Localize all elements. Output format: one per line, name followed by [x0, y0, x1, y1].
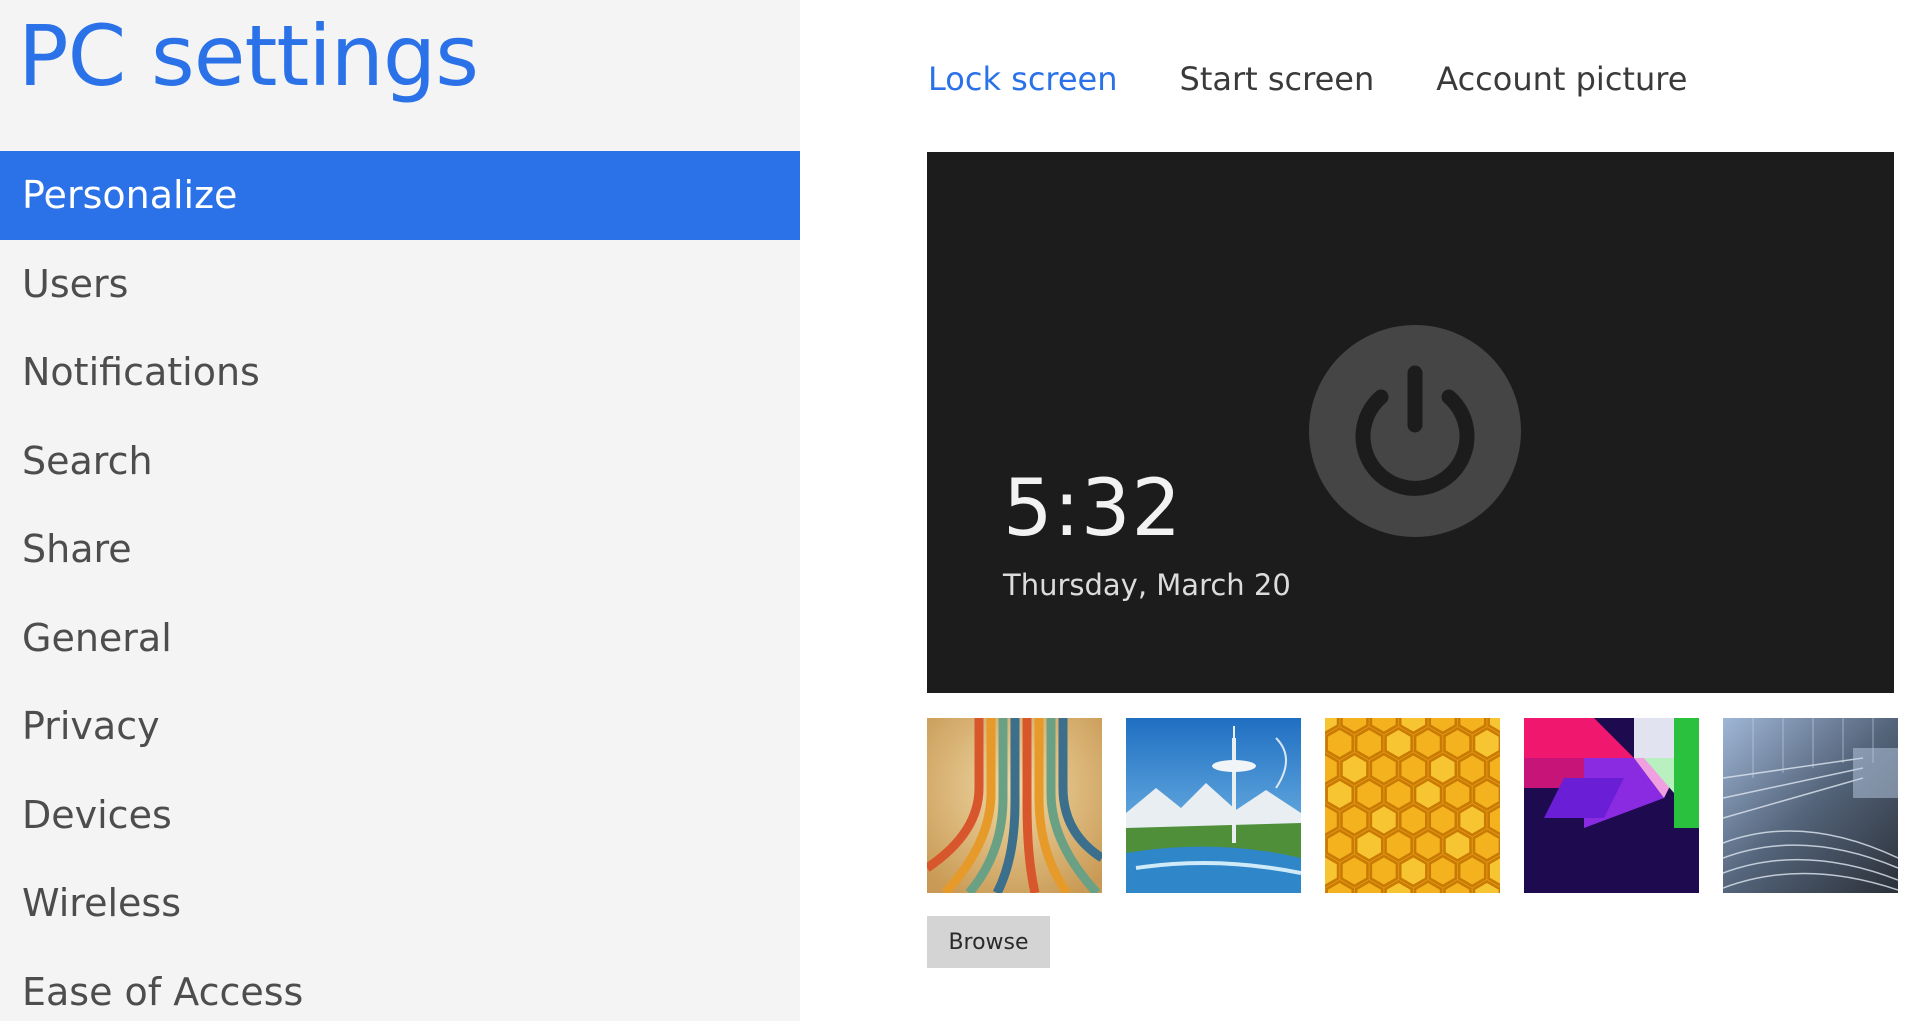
sidebar-item-share[interactable]: Share	[0, 505, 800, 594]
main-content: Lock screen Start screen Account picture…	[800, 0, 1920, 1021]
thumbnail-retro-stripes[interactable]	[927, 718, 1102, 893]
browse-button[interactable]: Browse	[927, 916, 1050, 968]
clock-time: 5:32	[1003, 464, 1183, 554]
thumbnail-honeycomb[interactable]	[1325, 718, 1500, 893]
sidebar-nav: Personalize Users Notifications Search S…	[0, 151, 800, 1021]
sidebar-item-wireless[interactable]: Wireless	[0, 859, 800, 948]
power-icon	[1309, 325, 1521, 537]
sidebar-item-privacy[interactable]: Privacy	[0, 682, 800, 771]
tab-bar: Lock screen Start screen Account picture	[928, 60, 1687, 98]
background-thumbnails	[927, 718, 1898, 893]
sidebar-item-users[interactable]: Users	[0, 240, 800, 329]
sidebar-item-notifications[interactable]: Notifications	[0, 328, 800, 417]
sidebar-item-ease-of-access[interactable]: Ease of Access	[0, 948, 800, 1021]
sidebar-item-search[interactable]: Search	[0, 417, 800, 506]
lock-screen-preview: 5:32 Thursday, March 20	[927, 152, 1894, 693]
sidebar-item-devices[interactable]: Devices	[0, 771, 800, 860]
tab-account-picture[interactable]: Account picture	[1436, 60, 1687, 98]
thumbnail-space-needle[interactable]	[1126, 718, 1301, 893]
tab-start-screen[interactable]: Start screen	[1180, 60, 1375, 98]
thumbnail-geometric-shapes[interactable]	[1524, 718, 1699, 893]
sidebar-item-general[interactable]: General	[0, 594, 800, 683]
clock-date: Thursday, March 20	[1003, 568, 1291, 602]
tab-lock-screen[interactable]: Lock screen	[928, 60, 1118, 98]
pc-settings-window: PC settings Personalize Users Notificati…	[0, 0, 1920, 1021]
page-title: PC settings	[18, 7, 479, 105]
thumbnail-light-tunnel[interactable]	[1723, 718, 1898, 893]
sidebar-item-personalize[interactable]: Personalize	[0, 151, 800, 240]
sidebar: PC settings Personalize Users Notificati…	[0, 0, 800, 1021]
